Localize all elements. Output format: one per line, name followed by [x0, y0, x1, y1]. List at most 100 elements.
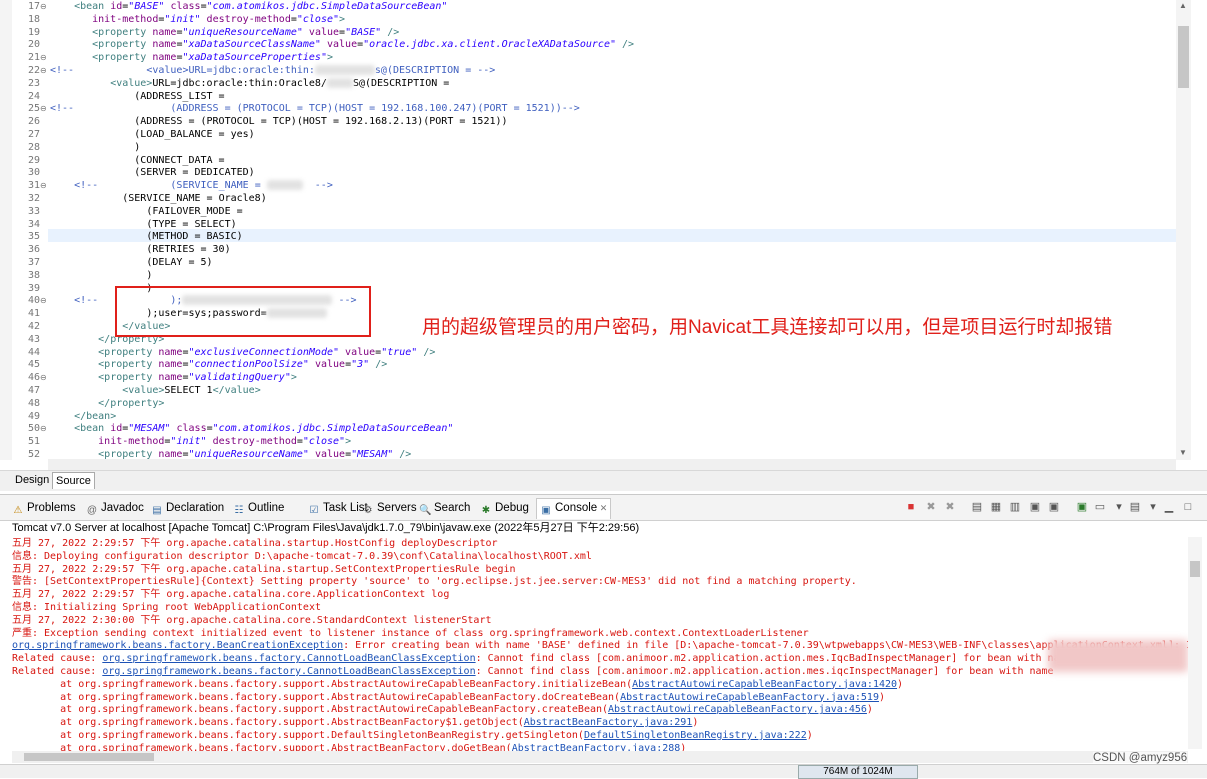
code-line[interactable]: <value>SELECT 1</value>: [122, 385, 261, 398]
code-line[interactable]: (ADDRESS_LIST =: [134, 91, 224, 104]
code-line[interactable]: <property name="xaDataSourceProperties">: [92, 52, 333, 65]
code-line[interactable]: </property>: [98, 398, 164, 411]
code-line[interactable]: init-method="init" destroy-method="close…: [92, 14, 345, 27]
code-line[interactable]: (ADDRESS = (PROTOCOL = TCP)(HOST = 192.1…: [134, 116, 507, 129]
code-line[interactable]: (DELAY = 5): [146, 257, 212, 270]
code-line[interactable]: ): [146, 270, 152, 283]
tab-debug[interactable]: ✱ Debug: [480, 500, 529, 516]
console-title: Tomcat v7.0 Server at localhost [Apache …: [12, 522, 640, 534]
tab-label: Javadoc: [101, 502, 144, 514]
code-line[interactable]: <!-- <value>URL=jdbc:oracle:thin: s@(DESC…: [50, 65, 495, 78]
tab-servers[interactable]: ⚙ Servers: [362, 500, 417, 516]
code-line[interactable]: <property name="connectionPoolSize" valu…: [98, 359, 387, 372]
code-line[interactable]: (CONNECT_DATA =: [134, 155, 224, 168]
show-on-error-icon[interactable]: ▣: [1047, 500, 1061, 514]
code-line[interactable]: init-method="init" destroy-method="close…: [98, 436, 351, 449]
line-number: 43: [27, 333, 40, 345]
console-output[interactable]: 五月 27, 2022 2:29:57 下午 org.apache.catali…: [12, 537, 1188, 751]
scroll-lock-icon[interactable]: ▦: [989, 500, 1003, 514]
code-line[interactable]: <!-- (ADDRESS = (PROTOCOL = TCP)(HOST = …: [50, 103, 580, 116]
code-line[interactable]: <bean id="MESAM" class="com.atomikos.jdb…: [74, 423, 453, 436]
code-line[interactable]: <property name="xaDataSourceClassName" v…: [92, 39, 634, 52]
code-line[interactable]: (LOAD_BALANCE = yes): [134, 129, 254, 142]
console-line: 警告: [SetContextPropertiesRule]{Context} …: [12, 576, 857, 588]
fold-toggle-icon[interactable]: ⊖: [40, 65, 48, 78]
minimize-icon[interactable]: ▁: [1162, 500, 1176, 514]
fold-toggle-icon[interactable]: ⊖: [40, 423, 48, 436]
scrollbar-thumb[interactable]: [1190, 561, 1200, 577]
code-line[interactable]: <bean id="BASE" class="com.atomikos.jdbc…: [74, 1, 447, 14]
tab-search[interactable]: 🔍 Search: [419, 500, 470, 516]
xml-editor[interactable]: <bean id="BASE" class="com.atomikos.jdbc…: [0, 0, 1207, 470]
remove-all-icon[interactable]: ✖: [943, 500, 957, 514]
line-number: 23: [27, 77, 40, 89]
scroll-up-icon[interactable]: ▲: [1179, 1, 1187, 10]
annotation-red-box: [115, 286, 371, 337]
open-console-icon[interactable]: ▤: [1128, 500, 1142, 514]
pin-console-icon[interactable]: ▣: [1075, 500, 1089, 514]
scrollbar-thumb[interactable]: [24, 753, 154, 761]
code-area[interactable]: <bean id="BASE" class="com.atomikos.jdbc…: [48, 0, 1175, 460]
line-number: 40: [27, 295, 40, 307]
fold-toggle-icon[interactable]: ⊖: [40, 1, 48, 14]
tab-source[interactable]: Source: [52, 472, 95, 489]
console-horizontal-scrollbar[interactable]: [12, 751, 1188, 763]
code-line[interactable]: <property name="validatingQuery">: [98, 372, 297, 385]
console-line: 五月 27, 2022 2:29:57 下午 org.apache.catali…: [12, 538, 498, 549]
editor-vertical-scrollbar[interactable]: ▲ ▼: [1176, 0, 1191, 460]
code-line[interactable]: (METHOD = BASIC): [146, 231, 242, 244]
tab-declaration[interactable]: ▤ Declaration: [151, 500, 224, 516]
fold-toggle-icon[interactable]: ⊖: [40, 372, 48, 385]
word-wrap-icon[interactable]: ▥: [1008, 500, 1022, 514]
line-number: 46: [27, 372, 40, 384]
tab-task-list[interactable]: ☑ Task List: [308, 500, 368, 516]
tab-problems[interactable]: ⚠ Problems: [12, 500, 76, 516]
line-number: 29: [27, 154, 40, 166]
code-line[interactable]: <value>URL=jdbc:oracle:thin:Oracle8/S@(D…: [110, 77, 449, 91]
fold-toggle-icon[interactable]: ⊖: [40, 180, 48, 193]
task-list-icon: ☑: [309, 505, 319, 516]
code-line[interactable]: (FAILOVER_MODE =: [146, 206, 242, 219]
code-line[interactable]: <!-- (SERVICE_NAME = -->: [74, 180, 333, 193]
tab-design[interactable]: Design: [12, 472, 53, 488]
console-line: 五月 27, 2022 2:29:57 下午 org.apache.catali…: [12, 589, 450, 601]
scrollbar-thumb[interactable]: [1178, 26, 1189, 88]
code-line[interactable]: <property name="uniqueResourceName" valu…: [92, 27, 399, 40]
show-on-output-icon[interactable]: ▣: [1028, 500, 1042, 514]
close-icon[interactable]: ✕: [597, 503, 608, 513]
fold-toggle-icon[interactable]: ⊖: [40, 295, 48, 308]
maximize-icon[interactable]: □: [1181, 500, 1195, 514]
scroll-down-icon[interactable]: ▼: [1179, 448, 1187, 457]
tab-outline[interactable]: ☷ Outline: [233, 500, 285, 516]
clear-console-icon[interactable]: ▤: [970, 500, 984, 514]
code-line[interactable]: (RETRIES = 30): [146, 244, 230, 257]
display-console-icon[interactable]: ▭: [1093, 500, 1107, 514]
tab-console[interactable]: ▣ Console ✕: [536, 498, 612, 519]
code-line[interactable]: (TYPE = SELECT): [146, 219, 236, 232]
line-number: 22: [27, 65, 40, 76]
console-line: Related cause: org.springframework.beans…: [12, 653, 1060, 665]
declaration-icon: ▤: [152, 505, 162, 516]
line-number: 33: [27, 205, 40, 217]
remove-launch-icon[interactable]: ✖: [924, 500, 938, 514]
line-number: 50: [27, 423, 40, 435]
console-vertical-scrollbar[interactable]: [1188, 537, 1202, 749]
code-line[interactable]: ): [134, 142, 140, 155]
tab-label: Servers: [377, 502, 417, 514]
code-line[interactable]: (SERVICE_NAME = Oracle8): [122, 193, 267, 206]
line-number: 38: [27, 269, 40, 281]
fold-toggle-icon[interactable]: ⊖: [40, 103, 48, 116]
menu-chevron-down-icon[interactable]: ▾: [1112, 500, 1126, 514]
tab-javadoc[interactable]: @ Javadoc: [86, 500, 144, 516]
terminate-icon[interactable]: ■: [904, 500, 918, 514]
line-number: 26: [27, 116, 40, 128]
fold-toggle-icon[interactable]: ⊖: [40, 52, 48, 65]
code-line[interactable]: (SERVER = DEDICATED): [134, 167, 254, 180]
code-line[interactable]: </bean>: [74, 411, 116, 424]
problems-icon: ⚠: [13, 505, 23, 516]
menu-chevron-down-icon[interactable]: ▾: [1146, 500, 1160, 514]
tab-label: Search: [434, 502, 471, 514]
code-line[interactable]: <property name="exclusiveConnectionMode"…: [98, 347, 435, 360]
editor-horizontal-scrollbar[interactable]: [48, 459, 1176, 470]
editor-left-ruler: [0, 0, 12, 460]
